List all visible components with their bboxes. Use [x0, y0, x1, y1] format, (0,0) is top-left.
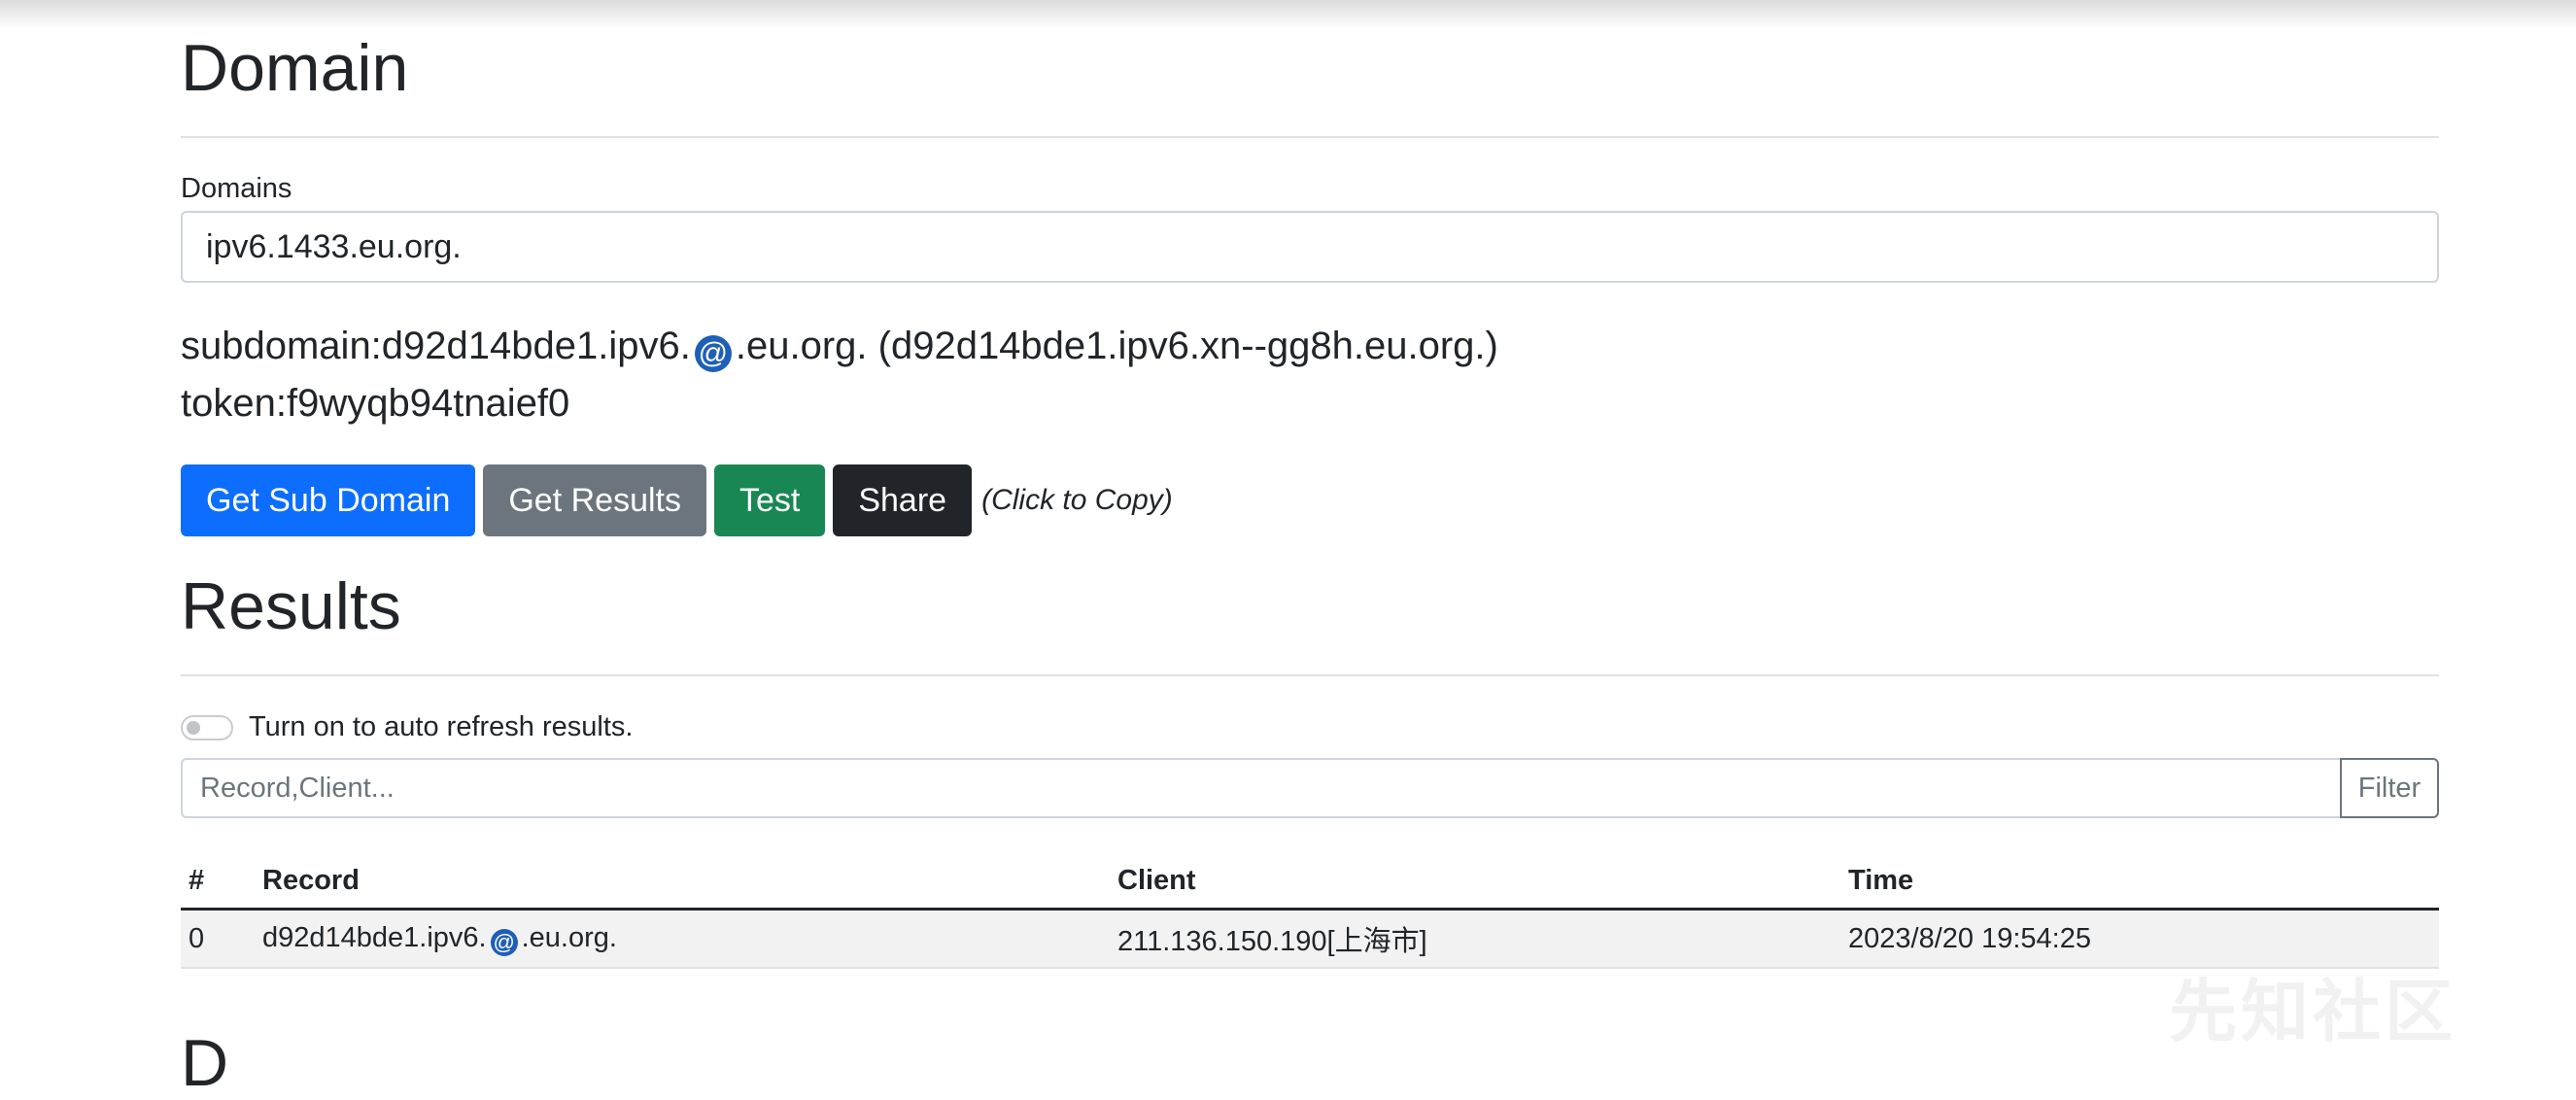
domains-value: ipv6.1433.eu.org.: [206, 227, 462, 265]
filter-input[interactable]: Record,Client...: [181, 758, 2340, 818]
cyclone-emoji-icon: @: [490, 928, 518, 956]
subdomain-prefix: subdomain:d92d14bde1.ipv6.: [181, 325, 691, 367]
auto-refresh-row: Turn on to auto refresh results.: [181, 711, 633, 743]
cell-client: 211.136.150.190[上海市]: [1117, 926, 1427, 957]
auto-refresh-label: Turn on to auto refresh results.: [249, 711, 634, 742]
record-suffix: .eu.org.: [521, 921, 617, 953]
divider: [181, 136, 2439, 138]
token-text[interactable]: token:f9wyqb94tnaief0: [181, 382, 569, 426]
cyclone-emoji-icon: @: [694, 335, 732, 372]
cell-time: 2023/8/20 19:54:25: [1848, 922, 2091, 954]
action-buttons: Get Sub Domain Get Results Test Share (C…: [181, 464, 1173, 536]
domains-select[interactable]: ipv6.1433.eu.org.: [181, 211, 2439, 283]
click-to-copy-note: (Click to Copy): [981, 484, 1173, 516]
results-table: # Record Client Time 0 d92d14bde1.ipv6. @…: [181, 853, 2439, 969]
domains-label: Domains: [181, 173, 292, 204]
header-record: Record: [262, 864, 360, 896]
watermark-logo: 先知社区: [2169, 974, 2456, 1049]
share-button[interactable]: Share: [833, 464, 973, 536]
auto-refresh-toggle[interactable]: [181, 714, 233, 740]
filter-group: Record,Client... Filter: [181, 758, 2439, 818]
table-header: # Record Client Time: [181, 853, 2439, 911]
toggle-knob: [187, 720, 200, 735]
get-sub-domain-button[interactable]: Get Sub Domain: [181, 464, 476, 536]
record-prefix: d92d14bde1.ipv6.: [262, 921, 487, 953]
domain-heading: Domain: [181, 31, 409, 105]
top-shadow: [0, 0, 2576, 29]
filter-button[interactable]: Filter: [2340, 758, 2439, 818]
cell-record: d92d14bde1.ipv6. @ .eu.org.: [262, 922, 1117, 956]
header-index: #: [189, 864, 205, 896]
get-results-button[interactable]: Get Results: [483, 464, 706, 536]
header-client: Client: [1117, 864, 1196, 896]
subdomain-suffix: .eu.org. (d92d14bde1.ipv6.xn--gg8h.eu.or…: [735, 325, 1498, 367]
divider: [181, 674, 2439, 676]
cell-index: 0: [189, 922, 205, 954]
header-time: Time: [1848, 864, 1914, 896]
table-row: 0 d92d14bde1.ipv6. @ .eu.org. 211.136.150.…: [181, 911, 2439, 969]
next-section-heading: D: [181, 1026, 229, 1100]
results-heading: Results: [181, 569, 401, 643]
subdomain-text[interactable]: subdomain:d92d14bde1.ipv6. @ .eu.org. (d92…: [181, 325, 1498, 372]
test-button[interactable]: Test: [713, 464, 826, 536]
